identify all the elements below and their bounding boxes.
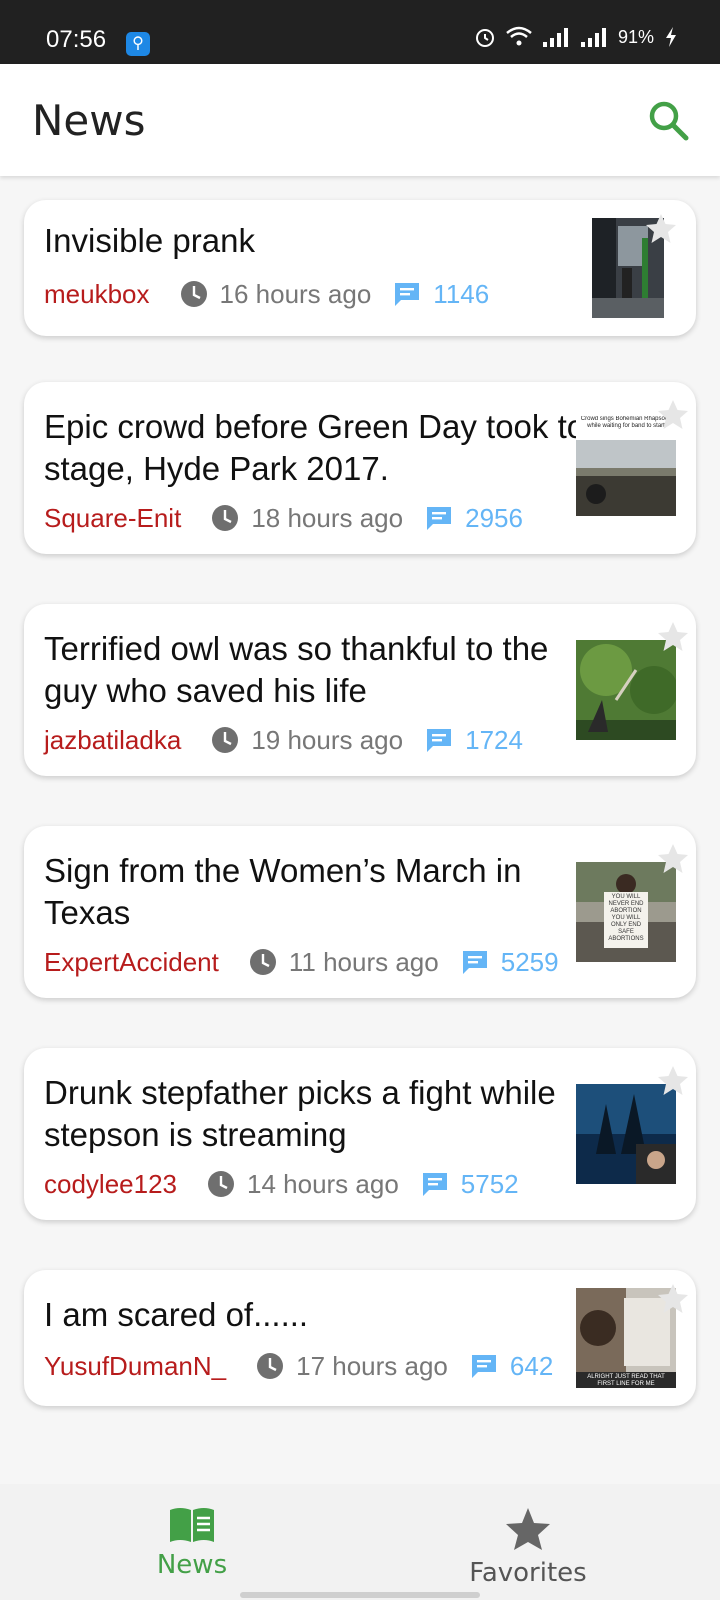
news-card[interactable]: I am scared of...... YusufDumanN_ 17 hou… [24,1270,696,1406]
clock-icon [257,1353,284,1379]
status-icons: 91% [474,26,678,48]
post-title: Sign from the Women’s March in Texas [44,852,522,931]
favorite-star-icon[interactable] [656,620,690,654]
thumbnail-caption: ALRIGHT JUST READ THAT FIRST LINE FOR ME [587,1374,665,1387]
comment-icon [427,507,452,530]
post-time: 14 hours ago [247,1168,399,1199]
post-meta: YusufDumanN_ 17 hours ago 642 [44,1350,553,1382]
comment-icon [471,1355,496,1378]
post-meta: meukbox 16 hours ago 1146 [44,278,489,310]
comment-icon [427,729,452,752]
favorite-star-icon[interactable] [656,1064,690,1098]
news-card[interactable]: Drunk stepfather picks a fight while ste… [24,1048,696,1220]
post-author[interactable]: Square-Enit [44,503,181,534]
battery-percent: 91% [617,26,654,47]
post-time: 11 hours ago [288,946,439,977]
post-author[interactable]: codylee123 [44,1169,177,1200]
comment-count[interactable]: 1146 [433,279,489,310]
clock-icon [208,1171,234,1197]
thumbnail-sign-text: YOU WILL NEVER END ABORTION YOU WILL ONL… [608,894,644,942]
post-meta: Square-Enit 18 hours ago 2956 [44,502,523,534]
post-author[interactable]: ExpertAccident [44,947,219,978]
comment-icon [462,951,487,974]
post-title: Invisible prank [44,222,255,259]
post-title: Terrified owl was so thankful to the guy… [44,630,549,709]
post-thumbnail[interactable]: YOU WILL NEVER END ABORTION YOU WILL ONL… [576,862,676,962]
post-meta: jazbatiladka 19 hours ago 1724 [44,724,523,756]
comment-count[interactable]: 5752 [461,1169,519,1200]
signal-icon [542,28,568,47]
nav-news-label: News [156,1550,228,1580]
signal-icon-2 [580,28,606,47]
post-title: I am scared of...... [44,1296,309,1333]
post-title: Drunk stepfather picks a fight while ste… [44,1074,556,1153]
favorite-star-icon[interactable] [656,1282,690,1316]
nav-favorites-label: Favorites [469,1558,587,1588]
news-card[interactable]: Sign from the Women’s March in Texas Exp… [24,826,696,998]
post-time: 19 hours ago [251,724,404,755]
comment-count[interactable]: 2956 [465,503,523,534]
status-time: 07:56 [46,26,107,53]
status-bar: 07:56 ⚲ 91% [0,0,720,64]
news-card[interactable]: Terrified owl was so thankful to the guy… [24,604,696,776]
post-time: 17 hours ago [296,1350,448,1381]
post-thumbnail[interactable] [576,640,676,740]
post-author[interactable]: jazbatiladka [44,725,181,756]
bottom-navigation: News Favorites [0,1484,720,1600]
comment-icon [395,283,420,306]
favorite-star-icon[interactable] [644,212,678,246]
alarm-icon [475,29,494,47]
news-card[interactable]: Invisible prank meukbox 16 hours ago 114… [24,200,696,336]
page-title: News [32,96,146,145]
clock-icon [180,281,207,307]
gesture-handle [240,1592,480,1598]
favorite-star-icon[interactable] [656,842,690,876]
post-title: Epic crowd before Green Day took to stag… [44,408,586,487]
charging-icon [666,27,676,47]
post-meta: ExpertAccident 11 hours ago 5259 [44,946,559,978]
search-icon[interactable] [644,96,692,144]
post-time: 16 hours ago [219,278,372,309]
comment-count[interactable]: 1724 [465,725,523,756]
clock-icon [212,505,239,531]
wifi-icon [506,26,532,46]
star-icon [506,1508,550,1550]
news-card[interactable]: Epic crowd before Green Day took to stag… [24,382,696,554]
book-icon [170,1508,214,1542]
post-meta: codylee123 14 hours ago 5752 [44,1168,519,1200]
post-author[interactable]: YusufDumanN_ [44,1351,226,1382]
post-thumbnail[interactable] [576,1084,676,1184]
comment-icon [422,1173,447,1196]
post-author[interactable]: meukbox [44,279,150,310]
favorite-star-icon[interactable] [656,398,690,432]
app-bar: News [0,64,720,176]
nav-news[interactable]: News [92,1506,292,1580]
nav-favorites[interactable]: Favorites [428,1506,628,1588]
clock-icon [212,727,239,753]
comment-count[interactable]: 642 [510,1351,553,1382]
comment-count[interactable]: 5259 [501,947,559,978]
usb-icon: ⚲ [126,32,150,56]
clock-icon [249,949,276,975]
post-time: 18 hours ago [251,502,404,533]
